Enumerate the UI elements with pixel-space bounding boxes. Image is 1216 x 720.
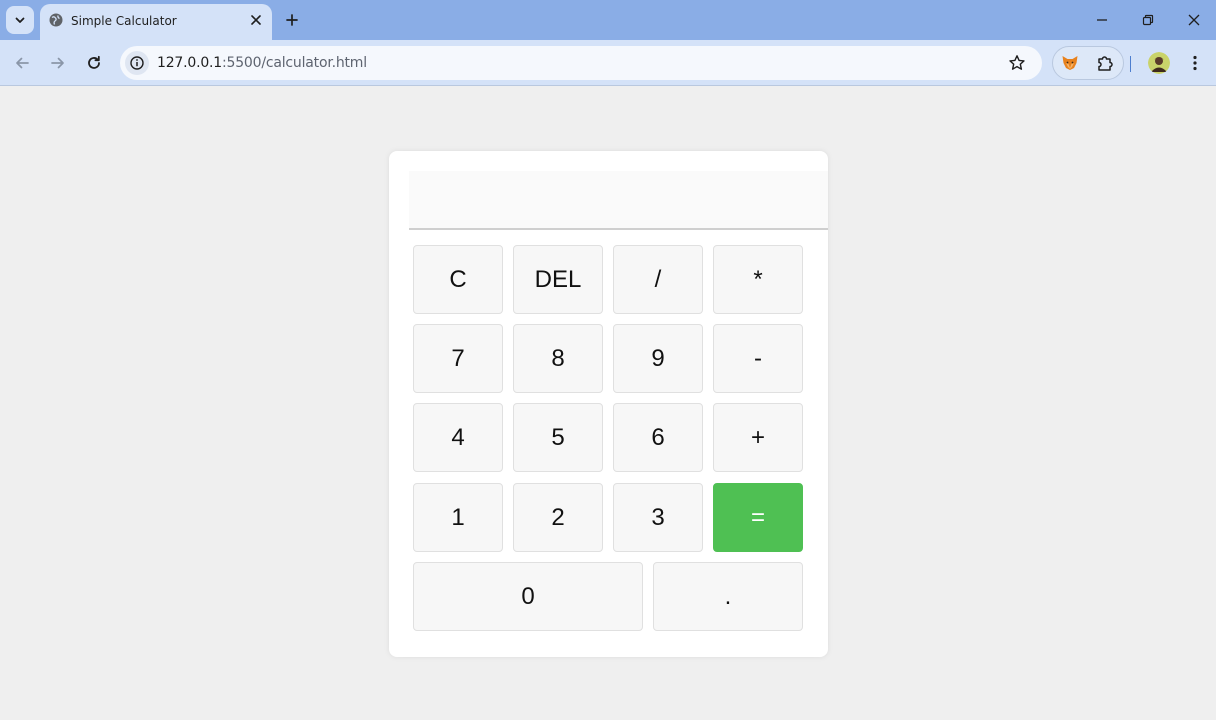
decimal-button[interactable]: . <box>653 562 803 631</box>
calculator: C DEL / * 7 8 9 - 4 5 6 + 1 2 3 = 0 . <box>389 151 828 657</box>
avatar[interactable] <box>1148 52 1170 74</box>
forward-arrow-icon <box>51 57 64 69</box>
nine-button[interactable]: 9 <box>613 324 703 393</box>
subtract-button[interactable]: - <box>713 324 803 393</box>
eight-button[interactable]: 8 <box>513 324 603 393</box>
address-bar[interactable]: 127.0.0.1:5500/calculator.html <box>120 46 1042 80</box>
back-arrow-icon <box>16 57 29 69</box>
divide-button[interactable]: / <box>613 245 703 314</box>
fox-icon[interactable] <box>1061 54 1079 72</box>
six-button[interactable]: 6 <box>613 403 703 472</box>
reload-button[interactable] <box>83 52 105 74</box>
close-window-button[interactable] <box>1184 10 1204 30</box>
new-tab-button[interactable] <box>282 10 302 30</box>
browser-toolbar: 127.0.0.1:5500/calculator.html <box>0 40 1216 86</box>
tab-search-button[interactable] <box>6 6 34 34</box>
calculator-display[interactable] <box>409 171 828 230</box>
restore-button[interactable] <box>1138 10 1158 30</box>
back-button[interactable] <box>11 52 33 74</box>
close-window-icon <box>1188 14 1200 26</box>
url-host: 127.0.0.1 <box>157 55 222 71</box>
minimize-icon <box>1097 19 1107 21</box>
add-button[interactable]: + <box>713 403 803 472</box>
toolbar-divider <box>1130 56 1131 72</box>
five-button[interactable]: 5 <box>513 403 603 472</box>
four-button[interactable]: 4 <box>413 403 503 472</box>
restore-icon <box>1142 14 1154 26</box>
zero-button[interactable]: 0 <box>413 562 643 631</box>
two-button[interactable]: 2 <box>513 483 603 552</box>
seven-button[interactable]: 7 <box>413 324 503 393</box>
browser-menu-button[interactable] <box>1186 52 1204 74</box>
tab-close-button[interactable] <box>248 12 264 28</box>
puzzle-icon[interactable] <box>1096 54 1114 72</box>
forward-button[interactable] <box>47 52 69 74</box>
three-button[interactable]: 3 <box>613 483 703 552</box>
delete-button[interactable]: DEL <box>513 245 603 314</box>
tab-title: Simple Calculator <box>71 14 177 28</box>
profile-avatar-image <box>1148 52 1170 74</box>
clear-button[interactable]: C <box>413 245 503 314</box>
star-icon[interactable] <box>1008 54 1026 72</box>
url-text[interactable]: 127.0.0.1:5500/calculator.html <box>157 55 367 71</box>
plus-icon <box>286 14 298 26</box>
globe-icon <box>49 13 63 27</box>
minimize-button[interactable] <box>1092 10 1112 30</box>
reload-icon <box>88 55 100 69</box>
browser-tab-active[interactable]: Simple Calculator <box>40 4 272 40</box>
close-icon <box>251 15 261 25</box>
url-path: :5500/calculator.html <box>222 55 367 71</box>
one-button[interactable]: 1 <box>413 483 503 552</box>
info-icon <box>130 56 144 70</box>
equals-button[interactable]: = <box>713 483 803 552</box>
chevron-down-icon <box>15 17 25 23</box>
kebab-menu-icon <box>1193 55 1197 71</box>
site-info-button[interactable] <box>125 51 149 75</box>
extensions-group <box>1052 46 1124 80</box>
multiply-button[interactable]: * <box>713 245 803 314</box>
browser-titlebar: Simple Calculator <box>0 0 1216 40</box>
